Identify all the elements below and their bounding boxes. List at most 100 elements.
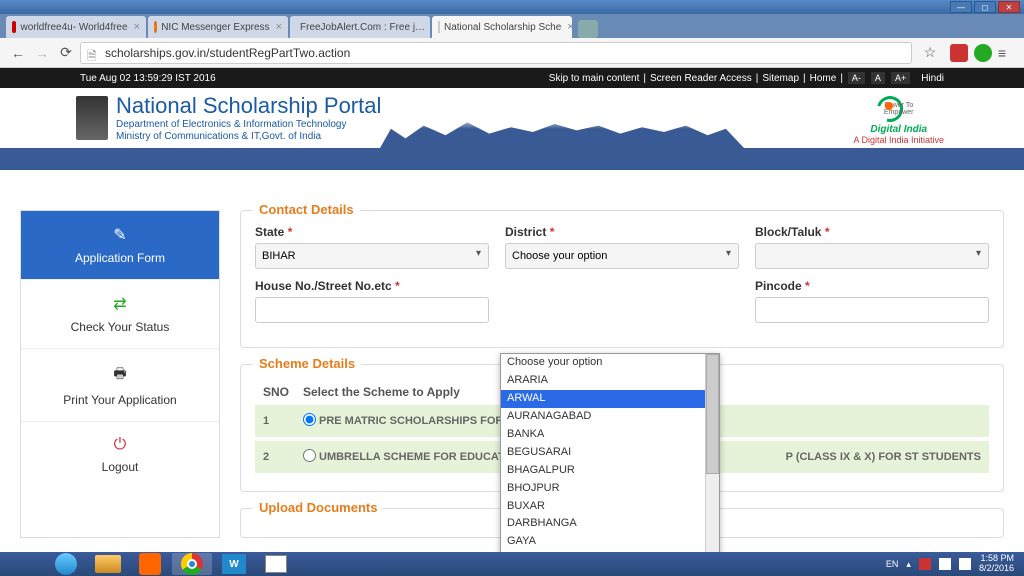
sno-header: SNO — [263, 385, 303, 399]
taskbar-explorer-button[interactable] — [88, 553, 128, 575]
tab-close-icon[interactable]: × — [276, 21, 282, 33]
digital-india-icon: Power To Empower — [869, 94, 929, 124]
dropdown-option[interactable]: ARWAL — [501, 390, 719, 408]
home-link[interactable]: Home — [810, 73, 837, 84]
tab-label: FreeJobAlert.Com : Free j… — [300, 22, 425, 33]
dropdown-option[interactable]: BUXAR — [501, 498, 719, 516]
tray-network-icon[interactable] — [939, 558, 951, 570]
di-tagline: Power To Empower — [869, 102, 929, 116]
window-minimize-button[interactable]: — — [950, 1, 972, 13]
scrollbar-thumb[interactable] — [706, 354, 719, 474]
forward-button[interactable]: → — [32, 43, 52, 63]
tab-nic-messenger[interactable]: NIC Messenger Express × — [148, 16, 288, 38]
tab-close-icon[interactable]: × — [134, 21, 140, 33]
utility-bar: Tue Aug 02 13:59:29 IST 2016 Skip to mai… — [0, 68, 1024, 88]
dropdown-option[interactable]: GAYA — [501, 533, 719, 551]
start-button[interactable] — [4, 553, 44, 575]
sidebar-item-label: Application Form — [75, 251, 165, 265]
pincode-input[interactable] — [755, 297, 989, 323]
scheme-radio[interactable] — [303, 413, 316, 426]
dropdown-option[interactable]: BHAGALPUR — [501, 462, 719, 480]
window-maximize-button[interactable]: ◻ — [974, 1, 996, 13]
new-tab-button[interactable] — [578, 20, 598, 38]
browser-tab-strip: worldfree4u- World4free × NIC Messenger … — [0, 14, 1024, 38]
di-initiative: A Digital India Initiative — [853, 135, 944, 145]
house-input[interactable] — [255, 297, 489, 323]
sidebar-item-label: Logout — [102, 460, 139, 474]
house-label: House No./Street No.etc * — [255, 279, 489, 293]
sidebar-item-logout[interactable]: Logout — [21, 422, 219, 488]
page-header: National Scholarship Portal Department o… — [0, 88, 1024, 148]
favicon-icon — [438, 21, 440, 33]
font-decrease-button[interactable]: A- — [848, 72, 865, 84]
taskbar-ie-button[interactable] — [46, 553, 86, 575]
sidebar-item-check-status[interactable]: Check Your Status — [21, 280, 219, 349]
font-increase-button[interactable]: A+ — [891, 72, 910, 84]
block-label: Block/Taluk * — [755, 225, 989, 239]
skip-link[interactable]: Skip to main content — [549, 73, 640, 84]
extension-icon[interactable] — [950, 44, 968, 62]
dropdown-option[interactable]: BANKA — [501, 426, 719, 444]
district-label: District * — [505, 225, 739, 239]
extension-area: ☆ ≡ — [920, 43, 1016, 63]
tray-clock[interactable]: 1:58 PM 8/2/2016 — [979, 554, 1020, 574]
language-link[interactable]: Hindi — [921, 73, 944, 84]
dropdown-option[interactable]: AURANAGABAD — [501, 408, 719, 426]
taskbar-chrome-button[interactable] — [172, 553, 212, 575]
windows-taskbar: W EN ▴ 1:58 PM 8/2/2016 — [0, 552, 1024, 576]
taskbar-word-button[interactable]: W — [214, 553, 254, 575]
font-default-button[interactable]: A — [871, 72, 885, 84]
screen-reader-link[interactable]: Screen Reader Access — [650, 73, 752, 84]
dropdown-option[interactable]: ARARIA — [501, 372, 719, 390]
crowd-silhouette-icon — [380, 116, 744, 148]
dropdown-scrollbar[interactable] — [705, 354, 719, 552]
state-select[interactable]: BIHAR — [255, 243, 489, 269]
taskbar-media-button[interactable] — [130, 553, 170, 575]
dropdown-option[interactable]: DARBHANGA — [501, 515, 719, 533]
tab-worldfree4u[interactable]: worldfree4u- World4free × — [6, 16, 146, 38]
district-select[interactable]: Choose your option — [505, 243, 739, 269]
extension-icon[interactable] — [974, 44, 992, 62]
window-close-button[interactable]: ✕ — [998, 1, 1020, 13]
digital-india-badge: Power To Empower Digital India A Digital… — [853, 94, 944, 145]
sidebar-item-label: Check Your Status — [71, 320, 170, 334]
dropdown-option[interactable]: Choose your option — [501, 354, 719, 372]
window-titlebar: — ◻ ✕ — [0, 0, 1024, 14]
back-button[interactable]: ← — [8, 43, 28, 63]
address-bar[interactable]: 🗎 scholarships.gov.in/studentRegPartTwo.… — [80, 42, 912, 64]
dropdown-option[interactable]: GOPALGANJ — [501, 551, 719, 552]
tray-show-hidden-icon[interactable]: ▴ — [906, 559, 911, 570]
menu-icon[interactable]: ≡ — [992, 43, 1012, 63]
tab-freejobalert[interactable]: FreeJobAlert.Com : Free j… × — [290, 16, 430, 38]
print-icon — [29, 363, 211, 387]
ministry-line: Ministry of Communications & IT,Govt. of… — [116, 131, 381, 143]
url-text: scholarships.gov.in/studentRegPartTwo.ac… — [105, 46, 350, 60]
bookmark-star-icon[interactable]: ☆ — [920, 43, 940, 63]
contact-details-fieldset: Contact Details State * BIHAR District *… — [240, 210, 1004, 348]
sno-cell: 1 — [263, 415, 303, 427]
taskbar-paint-button[interactable] — [256, 553, 296, 575]
tab-label: worldfree4u- World4free — [20, 22, 127, 33]
sidebar-item-print[interactable]: Print Your Application — [21, 349, 219, 422]
sidebar-item-application-form[interactable]: Application Form — [21, 211, 219, 280]
dropdown-option[interactable]: BEGUSARAI — [501, 444, 719, 462]
upload-legend: Upload Documents — [253, 500, 383, 515]
pincode-label: Pincode * — [755, 279, 989, 293]
sno-cell: 2 — [263, 451, 303, 463]
sitemap-link[interactable]: Sitemap — [762, 73, 799, 84]
page-content: Tue Aug 02 13:59:29 IST 2016 Skip to mai… — [0, 68, 1024, 552]
tab-label: NIC Messenger Express — [161, 22, 269, 33]
tab-close-icon[interactable]: × — [567, 21, 572, 33]
tray-volume-icon[interactable] — [959, 558, 971, 570]
national-emblem-icon — [76, 96, 108, 140]
dropdown-option[interactable]: BHOJPUR — [501, 480, 719, 498]
tab-national-scholarship[interactable]: National Scholarship Sche × — [432, 16, 572, 38]
di-label: Digital India — [853, 124, 944, 135]
district-dropdown-list[interactable]: Choose your optionARARIAARWALAURANAGABAD… — [500, 353, 720, 552]
tray-flag-icon[interactable] — [919, 558, 931, 570]
block-select[interactable] — [755, 243, 989, 269]
reload-button[interactable]: ⟳ — [56, 43, 76, 63]
scheme-radio[interactable] — [303, 449, 316, 462]
tray-lang[interactable]: EN — [886, 559, 899, 569]
favicon-icon — [12, 21, 16, 33]
